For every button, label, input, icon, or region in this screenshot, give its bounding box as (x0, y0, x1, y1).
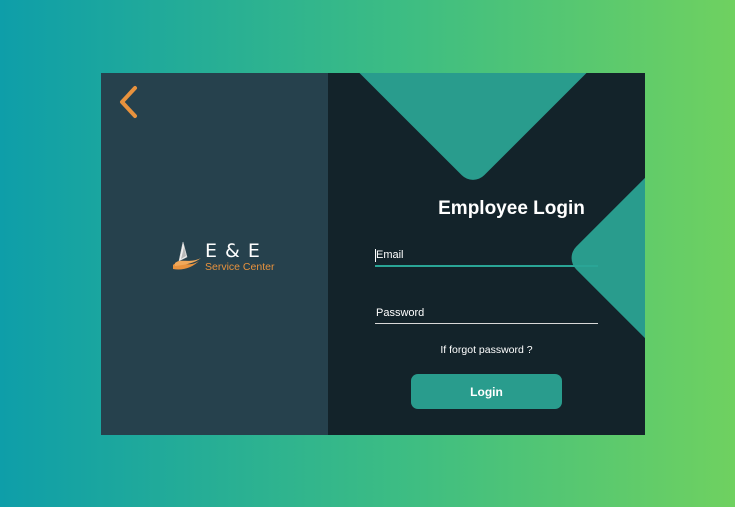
decorative-shape-top (328, 73, 622, 187)
text-cursor (375, 249, 376, 262)
logo-subtitle: Service Center (205, 261, 275, 273)
password-field[interactable] (375, 302, 598, 324)
company-logo: E & E Service Center (171, 239, 283, 279)
branding-panel: E & E Service Center (101, 73, 328, 435)
back-button[interactable] (115, 85, 143, 119)
page-title: Employee Login (438, 198, 585, 219)
logo-title: E & E (205, 240, 261, 262)
login-button[interactable]: Login (411, 374, 562, 409)
email-field[interactable] (375, 245, 598, 267)
wave-boat-icon (173, 241, 201, 270)
forgot-password-link[interactable]: If forgot password ? (375, 344, 598, 356)
chevron-left-icon (120, 86, 137, 118)
login-card: E & E Service Center Employee Login If f… (101, 73, 645, 435)
